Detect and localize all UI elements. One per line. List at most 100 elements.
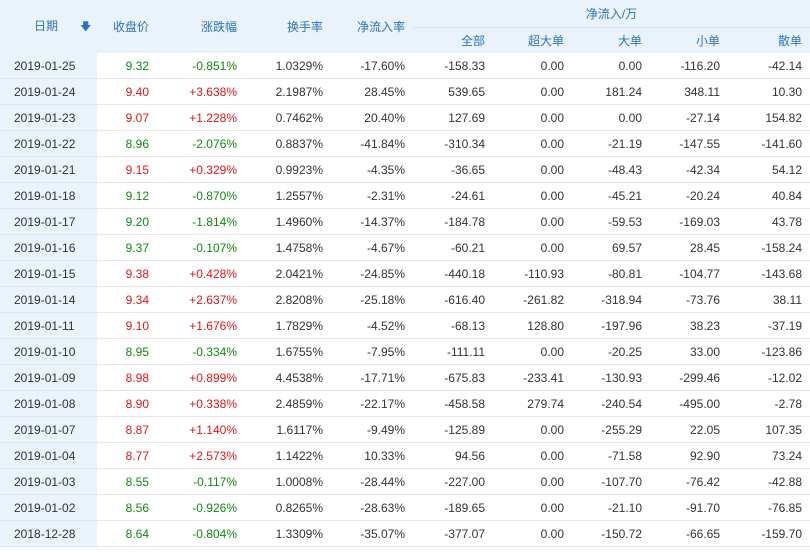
- cell-net-rate: -28.44%: [331, 468, 413, 495]
- cell-retail: -2.78: [728, 390, 810, 417]
- cell-date: 2019-01-24: [0, 78, 97, 105]
- cell-net-rate: -4.52%: [331, 312, 413, 339]
- cell-date: 2019-01-16: [0, 234, 97, 261]
- table-row: 2019-01-07 8.87 +1.140% 1.6117% -9.49% -125.8…: [0, 416, 810, 443]
- cell-turnover: 1.1422%: [245, 442, 331, 469]
- header-small[interactable]: 小单: [650, 27, 728, 53]
- cell-change: -0.926%: [157, 494, 245, 521]
- cell-all: 539.65: [413, 78, 493, 105]
- cell-small: 33.00: [650, 338, 728, 365]
- cell-turnover: 1.6755%: [245, 338, 331, 365]
- cell-net-rate: -2.31%: [331, 182, 413, 209]
- table-row: 2019-01-24 9.40 +3.638% 2.1987% 28.45% 539.65…: [0, 78, 810, 105]
- table-row: 2019-01-25 9.32 -0.851% 1.0329% -17.60% -158.…: [0, 53, 810, 79]
- cell-turnover: 1.3309%: [245, 520, 331, 547]
- cell-large: -150.72: [572, 520, 650, 547]
- cell-small: -76.42: [650, 468, 728, 495]
- cell-all: -377.07: [413, 520, 493, 547]
- cell-super-large: 0.00: [493, 520, 572, 547]
- header-turnover[interactable]: 换手率: [245, 0, 331, 53]
- cell-all: -189.65: [413, 494, 493, 521]
- cell-close: 8.64: [97, 520, 157, 547]
- cell-net-rate: -35.07%: [331, 520, 413, 547]
- header-retail[interactable]: 散单: [728, 27, 810, 53]
- cell-large: 0.00: [572, 53, 650, 79]
- cell-all: -68.13: [413, 312, 493, 339]
- table-row: 2019-01-14 9.34 +2.637% 2.8208% -25.18% -616.…: [0, 286, 810, 313]
- cell-turnover: 0.7462%: [245, 104, 331, 131]
- cell-net-rate: -41.84%: [331, 130, 413, 157]
- table-row: 2019-01-02 8.56 -0.926% 0.8265% -28.63% -189.…: [0, 494, 810, 521]
- cell-super-large: 279.74: [493, 390, 572, 417]
- arrow-down-icon[interactable]: 🡇: [80, 18, 92, 37]
- cell-retail: -141.60: [728, 130, 810, 157]
- cell-super-large: 0.00: [493, 156, 572, 183]
- cell-retail: -37.19: [728, 312, 810, 339]
- cell-retail: 107.35: [728, 416, 810, 443]
- cell-date: 2019-01-25: [0, 53, 97, 79]
- cell-net-rate: -4.67%: [331, 234, 413, 261]
- cell-change: +2.637%: [157, 286, 245, 313]
- table-row: 2019-01-03 8.55 -0.117% 1.0008% -28.44% -227.…: [0, 468, 810, 495]
- cell-change: -0.334%: [157, 338, 245, 365]
- cell-super-large: 0.00: [493, 182, 572, 209]
- cell-retail: -159.70: [728, 520, 810, 547]
- cell-large: -107.70: [572, 468, 650, 495]
- table-row: 2019-01-21 9.15 +0.329% 0.9923% -4.35% -36.65…: [0, 156, 810, 183]
- cell-close: 9.15: [97, 156, 157, 183]
- table-row: 2019-01-08 8.90 +0.338% 2.4859% -22.17% -458.…: [0, 390, 810, 417]
- cell-date: 2019-01-10: [0, 338, 97, 365]
- cell-retail: 43.78: [728, 208, 810, 235]
- fund-flow-table: 日期 🡇 收盘价 涨跌幅 换手率 净流入率 净流入/万 全部 超大单 大单 小单 …: [0, 0, 810, 547]
- header-change-percent[interactable]: 涨跌幅: [157, 0, 245, 53]
- header-net-inflow-rate[interactable]: 净流入率: [331, 0, 413, 53]
- header-net-inflow-group: 净流入/万: [413, 0, 810, 28]
- cell-super-large: 0.00: [493, 338, 572, 365]
- cell-turnover: 1.4758%: [245, 234, 331, 261]
- header-all[interactable]: 全部: [413, 27, 493, 53]
- header-large[interactable]: 大单: [572, 27, 650, 53]
- cell-super-large: 0.00: [493, 416, 572, 443]
- header-date[interactable]: 日期 🡇: [0, 0, 97, 53]
- cell-net-rate: -28.63%: [331, 494, 413, 521]
- cell-net-rate: -17.60%: [331, 53, 413, 79]
- cell-net-rate: -25.18%: [331, 286, 413, 313]
- cell-all: -24.61: [413, 182, 493, 209]
- cell-change: -0.870%: [157, 182, 245, 209]
- cell-retail: -123.86: [728, 338, 810, 365]
- cell-turnover: 2.0421%: [245, 260, 331, 287]
- cell-retail: 10.30: [728, 78, 810, 105]
- cell-large: -197.96: [572, 312, 650, 339]
- cell-change: -0.117%: [157, 468, 245, 495]
- cell-change: +2.573%: [157, 442, 245, 469]
- cell-large: -318.94: [572, 286, 650, 313]
- cell-large: -21.10: [572, 494, 650, 521]
- header-super-large[interactable]: 超大单: [493, 27, 572, 53]
- cell-date: 2019-01-22: [0, 130, 97, 157]
- cell-super-large: 0.00: [493, 442, 572, 469]
- header-close-price[interactable]: 收盘价: [97, 0, 157, 53]
- cell-retail: 40.84: [728, 182, 810, 209]
- cell-all: -227.00: [413, 468, 493, 495]
- cell-large: -45.21: [572, 182, 650, 209]
- cell-turnover: 1.4960%: [245, 208, 331, 235]
- cell-super-large: 0.00: [493, 104, 572, 131]
- cell-turnover: 2.8208%: [245, 286, 331, 313]
- cell-turnover: 1.6117%: [245, 416, 331, 443]
- cell-close: 8.90: [97, 390, 157, 417]
- header-date-label: 日期: [34, 18, 59, 33]
- cell-retail: 73.24: [728, 442, 810, 469]
- cell-change: -0.107%: [157, 234, 245, 261]
- cell-super-large: -233.41: [493, 364, 572, 391]
- cell-close: 9.38: [97, 260, 157, 287]
- cell-all: -675.83: [413, 364, 493, 391]
- cell-turnover: 0.8837%: [245, 130, 331, 157]
- cell-small: 348.11: [650, 78, 728, 105]
- cell-change: +0.338%: [157, 390, 245, 417]
- cell-large: -80.81: [572, 260, 650, 287]
- cell-large: -59.53: [572, 208, 650, 235]
- cell-net-rate: 28.45%: [331, 78, 413, 105]
- table-row: 2019-01-15 9.38 +0.428% 2.0421% -24.85% -440.…: [0, 260, 810, 287]
- cell-close: 9.40: [97, 78, 157, 105]
- cell-close: 9.12: [97, 182, 157, 209]
